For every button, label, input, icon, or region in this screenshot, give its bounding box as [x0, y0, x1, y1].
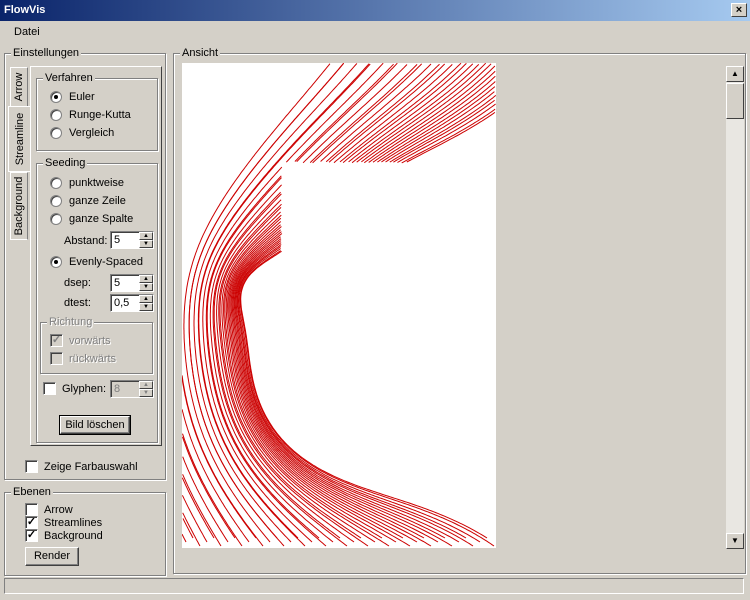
- spin-up-icon[interactable]: ▲: [139, 295, 153, 303]
- seeding-title: Seeding: [43, 157, 88, 169]
- forward-label: vorwärts: [69, 335, 111, 347]
- abstand-label: Abstand:: [64, 235, 108, 247]
- tab-streamline[interactable]: Streamline: [8, 106, 30, 172]
- streamline-path: [237, 99, 495, 539]
- radio-ganze-spalte[interactable]: [50, 213, 62, 225]
- radio-evenly-spaced[interactable]: [50, 256, 62, 268]
- tab-arrow-label: Arrow: [13, 72, 25, 102]
- clear-image-button[interactable]: Bild löschen: [59, 415, 131, 435]
- radio-ganze-zeile-label: ganze Zeile: [69, 195, 126, 207]
- radio-vergleich-label: Vergleich: [69, 127, 115, 139]
- close-button[interactable]: ×: [731, 3, 747, 17]
- abstand-spinbox[interactable]: 5 ▲ ▼: [110, 231, 154, 249]
- spin-up-icon[interactable]: ▲: [139, 381, 153, 389]
- spin-up-icon[interactable]: ▲: [139, 232, 153, 240]
- glyphen-label: Glyphen:: [62, 383, 107, 395]
- streamline-path: [182, 474, 222, 547]
- tab-streamline-label: Streamline: [13, 112, 26, 166]
- layer-streamlines-checkbox[interactable]: ✓: [25, 516, 38, 529]
- scroll-down-icon[interactable]: ▼: [726, 533, 744, 549]
- streamline-path: [181, 533, 187, 543]
- dtest-spinbox[interactable]: 0,5 ▲ ▼: [110, 294, 154, 312]
- dsep-label: dsep:: [64, 277, 91, 289]
- glyphen-spinbox[interactable]: 8 ▲ ▼: [110, 380, 154, 398]
- streamline-path: [182, 456, 229, 543]
- richtung-group: Richtung: [40, 316, 153, 374]
- radio-vergleich[interactable]: [50, 127, 62, 139]
- radio-runge-kutta[interactable]: [50, 109, 62, 121]
- backward-label: rückwärts: [69, 353, 117, 365]
- radio-evenly-spaced-label: Evenly-Spaced: [69, 256, 143, 268]
- tab-background[interactable]: Background: [10, 172, 28, 240]
- radio-runge-kutta-label: Runge-Kutta: [69, 109, 131, 121]
- menu-bar: Datei: [0, 22, 750, 42]
- radio-punktweise[interactable]: [50, 177, 62, 189]
- streamline-path: [239, 108, 496, 547]
- title-bar: FlowVis ×: [0, 0, 750, 21]
- spin-up-icon[interactable]: ▲: [139, 275, 153, 283]
- radio-ganze-zeile[interactable]: [50, 195, 62, 207]
- spin-down-icon[interactable]: ▼: [139, 240, 153, 248]
- forward-checkbox[interactable]: ✓: [50, 334, 63, 347]
- layer-arrow-label: Arrow: [44, 504, 73, 516]
- spin-down-icon[interactable]: ▼: [139, 283, 153, 291]
- dtest-value: 0,5: [114, 297, 130, 309]
- streamline-path: [182, 436, 236, 539]
- radio-euler-label: Euler: [69, 91, 95, 103]
- layers-title: Ebenen: [11, 486, 53, 498]
- glyphen-value: 8: [114, 383, 121, 395]
- spin-down-icon[interactable]: ▼: [139, 303, 153, 311]
- streamline-path: [181, 477, 215, 539]
- streamline-path: [213, 63, 423, 539]
- status-bar: [4, 578, 744, 594]
- color-choice-checkbox[interactable]: [25, 460, 38, 473]
- settings-group-title: Einstellungen: [11, 47, 82, 59]
- layer-arrow-checkbox[interactable]: [25, 503, 38, 516]
- streamline-path: [188, 63, 344, 539]
- window-title: FlowVis: [4, 4, 46, 16]
- richtung-title: Richtung: [47, 316, 95, 328]
- scroll-thumb[interactable]: [726, 83, 744, 119]
- tab-background-label: Background: [13, 176, 25, 236]
- layer-streamlines-label: Streamlines: [44, 517, 103, 529]
- dsep-value: 5: [114, 277, 121, 289]
- dsep-spinbox[interactable]: 5 ▲ ▼: [110, 274, 154, 292]
- abstand-value: 5: [114, 234, 121, 246]
- spin-down-icon[interactable]: ▼: [139, 389, 153, 397]
- radio-euler[interactable]: [50, 91, 62, 103]
- tab-arrow[interactable]: Arrow: [10, 67, 28, 107]
- backward-checkbox[interactable]: [50, 352, 63, 365]
- view-title: Ansicht: [180, 47, 221, 59]
- color-choice-label: Zeige Farbauswahl: [44, 461, 138, 473]
- verfahren-title: Verfahren: [43, 72, 95, 84]
- streamline-path: [182, 518, 194, 539]
- radio-punktweise-label: punktweise: [69, 177, 125, 189]
- layer-background-checkbox[interactable]: ✓: [25, 529, 38, 542]
- streamline-plot: [181, 62, 497, 547]
- streamline-canvas[interactable]: [181, 62, 497, 548]
- streamline-path: [240, 111, 496, 539]
- radio-ganze-spalte-label: ganze Spalte: [69, 213, 134, 225]
- scroll-up-icon[interactable]: ▲: [726, 66, 744, 82]
- dtest-label: dtest:: [64, 297, 91, 309]
- menu-datei[interactable]: Datei: [14, 26, 40, 38]
- render-button[interactable]: Render: [25, 547, 79, 566]
- glyphen-checkbox[interactable]: [43, 382, 56, 395]
- vertical-scrollbar[interactable]: ▲ ▼: [726, 66, 744, 549]
- layer-background-label: Background: [44, 530, 103, 542]
